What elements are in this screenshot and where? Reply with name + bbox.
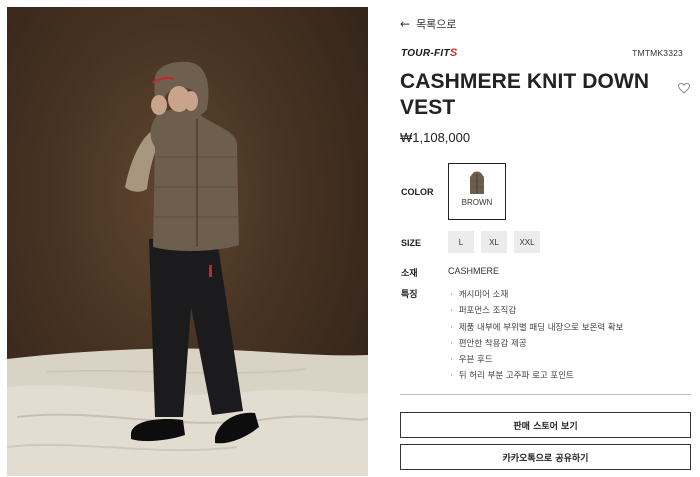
- feature-item: 캐시미어 소재: [450, 287, 624, 303]
- product-photo: [7, 7, 368, 476]
- feature-item: 편안한 착용감 제공: [450, 336, 624, 352]
- feature-item: 제품 내부에 부위별 패딩 내장으로 보온력 확보: [450, 320, 624, 336]
- section-divider: [400, 394, 691, 395]
- color-option-brown[interactable]: BROWN: [448, 163, 506, 220]
- size-option-xl[interactable]: XL: [481, 231, 507, 253]
- features-label: 특징: [401, 289, 418, 299]
- color-label: COLOR: [401, 187, 434, 197]
- product-title: CASHMERE KNIT DOWN VEST: [400, 70, 650, 119]
- vest-thumbnail-icon: [470, 171, 484, 194]
- features-list: 캐시미어 소재 퍼포먼스 조직감 제품 내부에 부위별 패딩 내장으로 보온력 …: [450, 287, 624, 385]
- product-price: ₩1,108,000: [400, 130, 471, 145]
- size-option-l[interactable]: L: [448, 231, 474, 253]
- color-option-label: BROWN: [461, 198, 493, 207]
- brand-name: TOUR-FIT: [401, 48, 450, 59]
- brand-mark: S: [449, 47, 458, 59]
- arrow-left-icon: ←: [400, 17, 411, 31]
- heart-icon[interactable]: [677, 79, 691, 94]
- back-to-list-link[interactable]: ← 목록으로: [400, 16, 457, 32]
- brand-logo: TOUR-FITS: [401, 47, 458, 59]
- feature-item: 우븐 후드: [450, 352, 624, 368]
- size-label: SIZE: [401, 238, 422, 248]
- size-option-xxl[interactable]: XXL: [514, 231, 540, 253]
- size-options: L XL XXL: [448, 231, 540, 253]
- material-value: CASHMERE: [448, 266, 500, 276]
- view-store-button[interactable]: 판매 스토어 보기: [400, 412, 691, 438]
- feature-item: 뒤 허리 부분 고주파 로고 포인트: [450, 368, 624, 384]
- product-sku: TMTMK3323: [632, 48, 683, 58]
- back-label: 목록으로: [416, 18, 457, 31]
- feature-item: 퍼포먼스 조직감: [450, 303, 624, 319]
- material-label: 소재: [401, 268, 418, 278]
- kakao-share-button[interactable]: 카카오톡으로 공유하기: [400, 444, 691, 470]
